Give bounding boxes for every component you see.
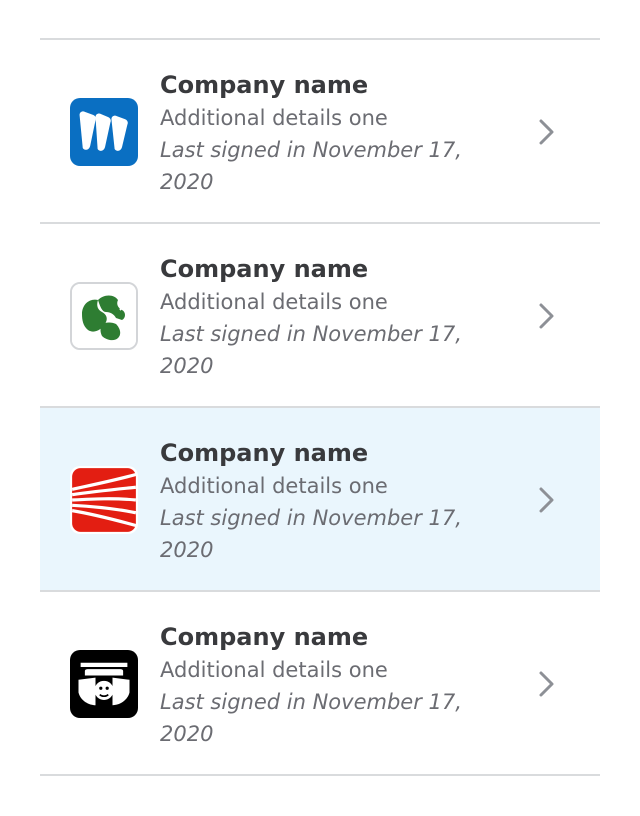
company-details: Additional details one [160,290,388,314]
red-stripes-logo-icon [70,466,138,534]
company-list: Company name Additional details one Last… [40,38,600,776]
company-details: Additional details one [160,658,388,682]
company-row[interactable]: Company name Additional details one Last… [40,40,600,224]
chevron-right-icon [536,302,558,330]
chevron-right-icon [536,118,558,146]
company-row-selected[interactable]: Company name Additional details one Last… [40,408,600,592]
company-details: Additional details one [160,474,388,498]
company-row[interactable]: Company name Additional details one Last… [40,224,600,408]
black-emblem-logo-icon [70,650,138,718]
last-signed-text: Last signed in November 17, 2020 [160,690,462,746]
wb-logo-icon [70,98,138,166]
company-name: Company name [160,255,369,283]
company-details: Additional details one [160,106,388,130]
chevron-right-icon [536,670,558,698]
last-signed-text: Last signed in November 17, 2020 [160,506,462,562]
last-signed-text: Last signed in November 17, 2020 [160,138,462,194]
company-name: Company name [160,71,369,99]
chevron-right-icon [536,486,558,514]
company-name: Company name [160,623,369,651]
company-row[interactable]: Company name Additional details one Last… [40,592,600,776]
trefoil-logo-icon [70,282,138,350]
last-signed-text: Last signed in November 17, 2020 [160,322,462,378]
company-name: Company name [160,439,369,467]
